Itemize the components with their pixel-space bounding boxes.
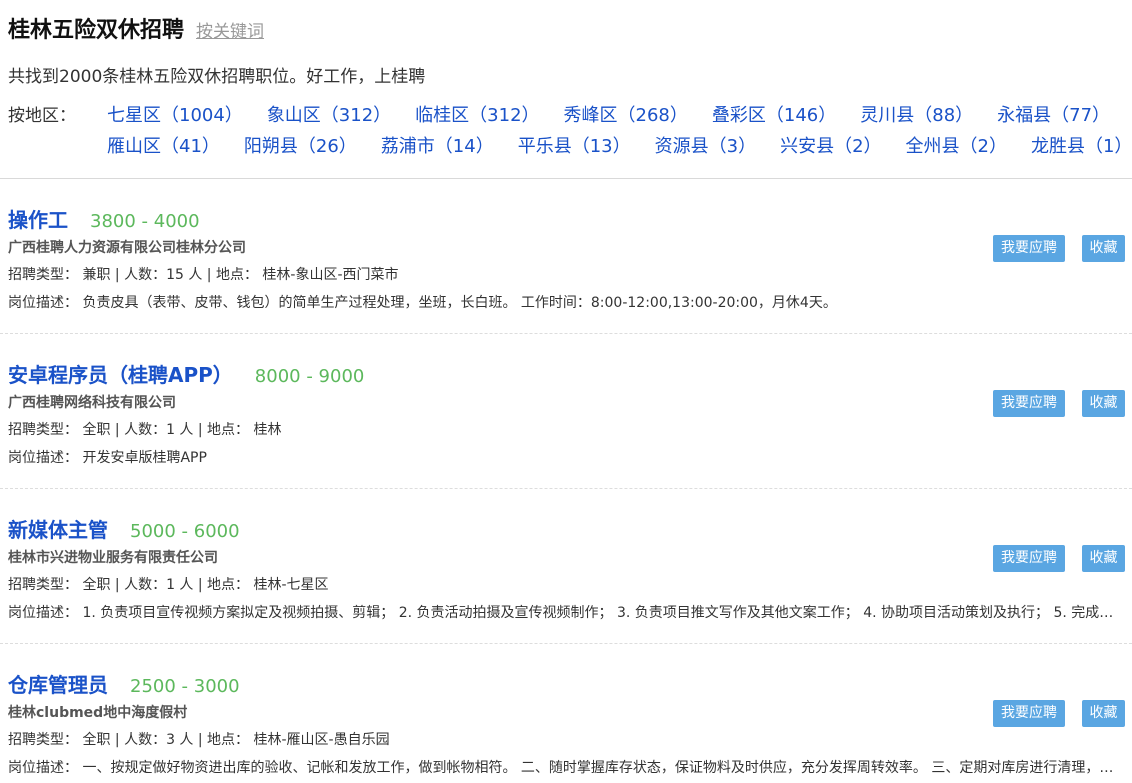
job-description: 岗位描述： 开发安卓版桂聘APP xyxy=(8,450,207,466)
district-link-longsheng[interactable]: 龙胜县（1） xyxy=(1031,132,1132,158)
job-title-row: 操作工 3800 - 4000 xyxy=(8,204,200,233)
company-name[interactable]: 桂林clubmed地中海度假村 xyxy=(8,702,187,722)
job-description: 岗位描述： 一、按规定做好物资进出库的验收、记帐和发放工作，做到帐物相符。 二、… xyxy=(8,760,1126,776)
job-listing: 新媒体主管 5000 - 6000 桂林市兴进物业服务有限责任公司 招聘类型： … xyxy=(0,489,1132,644)
district-link-yangshuo[interactable]: 阳朔县（26） xyxy=(244,132,357,158)
job-meta: 招聘类型： 全职 | 人数：1 人 | 地点： 桂林 xyxy=(8,422,282,438)
job-title-row: 安卓程序员（桂聘APP） 8000 - 9000 xyxy=(8,359,364,388)
district-link-ziyuan[interactable]: 资源县（3） xyxy=(655,132,756,158)
district-link-quanzhou[interactable]: 全州县（2） xyxy=(906,132,1007,158)
job-meta: 招聘类型： 全职 | 人数：3 人 | 地点： 桂林-雁山区-愚自乐园 xyxy=(8,732,390,748)
job-title-row: 仓库管理员 2500 - 3000 xyxy=(8,669,240,698)
company-name[interactable]: 桂林市兴进物业服务有限责任公司 xyxy=(8,547,218,567)
district-link-xingan[interactable]: 兴安县（2） xyxy=(780,132,881,158)
job-listing: 操作工 3800 - 4000 广西桂聘人力资源有限公司桂林分公司 招聘类型： … xyxy=(0,179,1132,334)
job-description: 岗位描述： 负责皮具（表带、皮带、钱包）的简单生产过程处理，坐班，长白班。 工作… xyxy=(8,295,837,311)
district-filter-label: 按地区： xyxy=(8,106,76,126)
favorite-button[interactable]: 收藏 xyxy=(1082,700,1125,727)
page-title: 桂林五险双休招聘 xyxy=(8,18,185,43)
district-link-yongfu[interactable]: 永福县（77） xyxy=(997,101,1110,127)
district-filter-row-2: 雁山区（41） 阳朔县（26） 荔浦市（14） 平乐县（13） 资源县（3） 兴… xyxy=(107,132,1132,158)
job-listing: 仓库管理员 2500 - 3000 桂林clubmed地中海度假村 招聘类型： … xyxy=(0,644,1132,783)
job-meta: 招聘类型： 全职 | 人数：1 人 | 地点： 桂林-七星区 xyxy=(8,577,329,593)
district-link-pingle[interactable]: 平乐县（13） xyxy=(518,132,631,158)
district-link-yanshan[interactable]: 雁山区（41） xyxy=(107,132,220,158)
job-title-link[interactable]: 仓库管理员 xyxy=(8,669,108,698)
district-link-xiangshan[interactable]: 象山区（312） xyxy=(267,101,391,127)
job-listing: 安卓程序员（桂聘APP） 8000 - 9000 广西桂聘网络科技有限公司 招聘… xyxy=(0,334,1132,489)
favorite-button[interactable]: 收藏 xyxy=(1082,235,1125,262)
result-summary: 共找到2000条桂林五险双休招聘职位。好工作，上桂聘 xyxy=(8,67,426,87)
job-title-link[interactable]: 操作工 xyxy=(8,204,68,233)
apply-button[interactable]: 我要应聘 xyxy=(993,235,1065,262)
district-link-qixing[interactable]: 七星区（1004） xyxy=(107,101,243,127)
district-link-lingui[interactable]: 临桂区（312） xyxy=(415,101,539,127)
search-header: 桂林五险双休招聘 按关键词 共找到2000条桂林五险双休招聘职位。好工作，上桂聘… xyxy=(0,0,1132,179)
job-title-link[interactable]: 安卓程序员（桂聘APP） xyxy=(8,359,233,388)
job-description: 岗位描述： 1. 负责项目宣传视频方案拟定及视频拍摄、剪辑； 2. 负责活动拍摄… xyxy=(8,605,1126,621)
company-name[interactable]: 广西桂聘网络科技有限公司 xyxy=(8,392,176,412)
district-filter-row-1: 七星区（1004） 象山区（312） 临桂区（312） 秀峰区（268） 叠彩区… xyxy=(107,101,1132,127)
district-link-xiufeng[interactable]: 秀峰区（268） xyxy=(564,101,688,127)
job-title-link[interactable]: 新媒体主管 xyxy=(8,514,108,543)
company-name[interactable]: 广西桂聘人力资源有限公司桂林分公司 xyxy=(8,237,246,257)
apply-button[interactable]: 我要应聘 xyxy=(993,700,1065,727)
favorite-button[interactable]: 收藏 xyxy=(1082,545,1125,572)
job-meta: 招聘类型： 兼职 | 人数：15 人 | 地点： 桂林-象山区-西门菜市 xyxy=(8,267,399,283)
job-salary: 5000 - 6000 xyxy=(130,521,240,542)
favorite-button[interactable]: 收藏 xyxy=(1082,390,1125,417)
keyword-search-link[interactable]: 按关键词 xyxy=(196,17,264,42)
job-title-row: 新媒体主管 5000 - 6000 xyxy=(8,514,240,543)
job-salary: 2500 - 3000 xyxy=(130,676,240,697)
job-list: 操作工 3800 - 4000 广西桂聘人力资源有限公司桂林分公司 招聘类型： … xyxy=(0,179,1132,783)
title-row: 桂林五险双休招聘 按关键词 xyxy=(8,12,264,44)
district-link-lingchuan[interactable]: 灵川县（88） xyxy=(860,101,973,127)
job-salary: 3800 - 4000 xyxy=(90,211,200,232)
job-salary: 8000 - 9000 xyxy=(254,366,365,387)
district-link-lipu[interactable]: 荔浦市（14） xyxy=(381,132,494,158)
apply-button[interactable]: 我要应聘 xyxy=(993,390,1065,417)
district-link-diecai[interactable]: 叠彩区（146） xyxy=(712,101,836,127)
apply-button[interactable]: 我要应聘 xyxy=(993,545,1065,572)
